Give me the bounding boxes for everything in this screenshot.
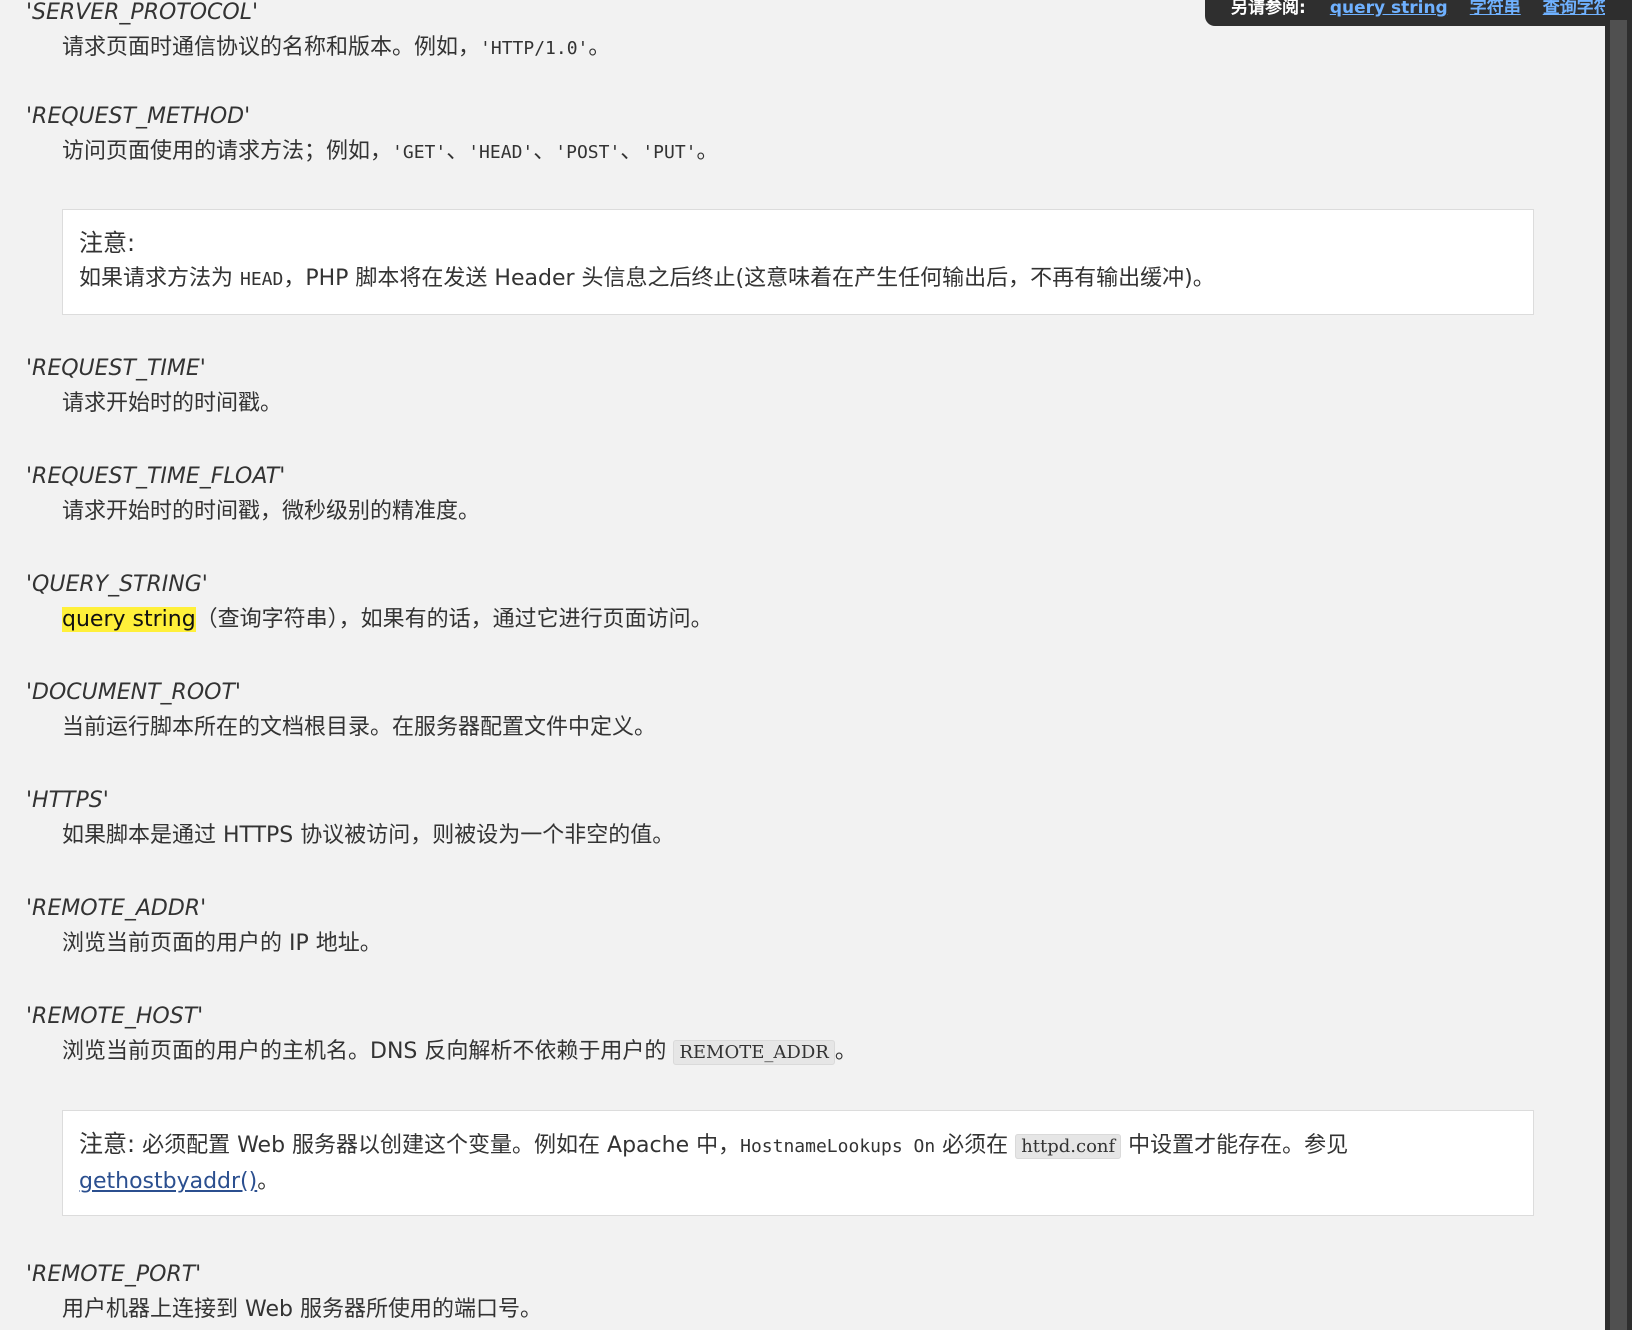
inline-code: REMOTE_ADDR [673,1040,835,1065]
entry-request-time: 'REQUEST_TIME' 请求开始时的时间戳。 [26,354,282,419]
entry-definition: 请求开始时的时间戳。 [62,391,283,416]
note-text: 如果请求方法为 HEAD，PHP 脚本将在发送 Header 头信息之后终止(这… [79,266,1215,291]
scrollbar-thumb[interactable] [1610,20,1627,1330]
entry-definition: 如果脚本是通过 HTTPS 协议被访问，则被设为一个非空的值。 [62,823,675,848]
note-remote-host: 注意: 必须配置 Web 服务器以创建这个变量。例如在 Apache 中，Hos… [62,1110,1534,1216]
note-title: 注意: [79,229,136,257]
inline-code: HEAD [240,269,284,290]
entry-term: 'HTTPS' [26,788,109,813]
entry-query-string: 'QUERY_STRING' query string（查询字符串），如果有的话… [26,570,713,635]
entry-term: 'QUERY_STRING' [26,572,208,597]
entry-definition: query string（查询字符串），如果有的话，通过它进行页面访问。 [62,607,713,632]
entry-term: 'REQUEST_TIME' [26,356,206,381]
entry-definition: 当前运行脚本所在的文档根目录。在服务器配置文件中定义。 [62,715,657,740]
note-title: 注意: [79,1130,136,1158]
entry-remote-addr: 'REMOTE_ADDR' 浏览当前页面的用户的 IP 地址。 [26,894,382,959]
entry-term: 'REQUEST_TIME_FLOAT' [26,464,286,489]
entry-remote-port: 'REMOTE_PORT' 用户机器上连接到 Web 服务器所使用的端口号。 [26,1260,542,1325]
entry-term: 'REQUEST_METHOD' [26,104,251,129]
entry-request-method: 'REQUEST_METHOD' 访问页面使用的请求方法；例如，'GET'、'H… [26,102,719,167]
entry-definition: 浏览当前页面的用户的主机名。DNS 反向解析不依赖于用户的 REMOTE_ADD… [62,1039,857,1065]
inline-code: 'HTTP/1.0' [480,38,589,59]
entry-term: 'SERVER_PROTOCOL' [26,0,259,25]
entry-remote-host: 'REMOTE_HOST' 浏览当前页面的用户的主机名。DNS 反向解析不依赖于… [26,1002,857,1067]
see-also-link-query-string[interactable]: query string [1330,0,1448,18]
see-also-label: 另请参阅: [1231,0,1306,18]
page: 'SERVER_PROTOCOL' 请求页面时通信协议的名称和版本。例如，'HT… [0,0,1625,1330]
see-also-bar: 另请参阅: query string 字符串 查询字符串 [1205,0,1625,26]
entry-term: 'REMOTE_PORT' [26,1262,202,1287]
gethostbyaddr-link[interactable]: gethostbyaddr() [79,1169,257,1194]
inline-code: httpd.conf [1015,1134,1122,1159]
entry-definition: 浏览当前页面的用户的 IP 地址。 [62,931,382,956]
entry-document-root: 'DOCUMENT_ROOT' 当前运行脚本所在的文档根目录。在服务器配置文件中… [26,678,656,743]
entry-definition: 访问页面使用的请求方法；例如，'GET'、'HEAD'、'POST'、'PUT'… [62,139,719,164]
search-highlight: query string [62,607,196,632]
entry-definition: 用户机器上连接到 Web 服务器所使用的端口号。 [62,1297,542,1322]
inline-code: 'GET' [392,142,447,163]
entry-term: 'REMOTE_HOST' [26,1004,204,1029]
inline-code: 'PUT' [642,142,697,163]
inline-code: 'HEAD' [468,142,534,163]
entry-definition: 请求开始时的时间戳，微秒级别的精准度。 [62,499,481,524]
entry-term: 'REMOTE_ADDR' [26,896,207,921]
inline-code: HostnameLookups On [740,1136,936,1157]
see-also-link-string[interactable]: 字符串 [1470,0,1521,18]
entry-request-time-float: 'REQUEST_TIME_FLOAT' 请求开始时的时间戳，微秒级别的精准度。 [26,462,480,527]
entry-https: 'HTTPS' 如果脚本是通过 HTTPS 协议被访问，则被设为一个非空的值。 [26,786,674,851]
entry-definition: 请求页面时通信协议的名称和版本。例如，'HTTP/1.0'。 [62,35,611,60]
inline-code: 'POST' [555,142,621,163]
entry-term: 'DOCUMENT_ROOT' [26,680,241,705]
see-also-inner: 另请参阅: query string 字符串 查询字符串 [1231,0,1625,18]
entry-server-protocol: 'SERVER_PROTOCOL' 请求页面时通信协议的名称和版本。例如，'HT… [26,0,610,63]
note-text: 注意: 必须配置 Web 服务器以创建这个变量。例如在 Apache 中，Hos… [79,1130,1349,1194]
note-head-method: 注意: 如果请求方法为 HEAD，PHP 脚本将在发送 Header 头信息之后… [62,209,1534,315]
